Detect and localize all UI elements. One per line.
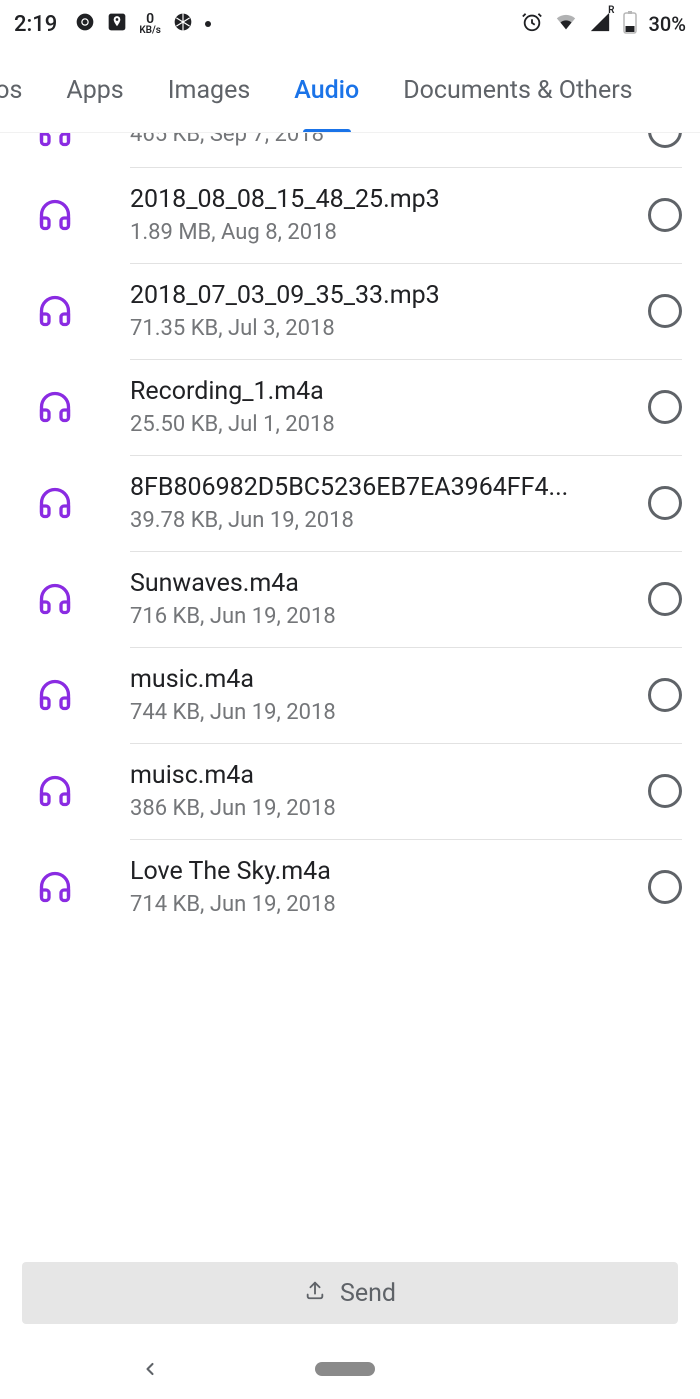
status-right: R 30% [521,10,686,39]
status-bar: 2:19 0 KB/s R 30% [0,0,700,48]
list-item[interactable]: muisc.m4a 386 KB, Jun 19, 2018 [0,743,700,839]
file-name: Recording_1.m4a [130,377,634,406]
file-text: Recording_1.m4a 25.50 KB, Jul 1, 2018 [130,377,634,437]
file-meta: 714 KB, Jun 19, 2018 [130,892,634,917]
headphones-icon [30,389,80,425]
tab-images[interactable]: Images [146,48,273,132]
headphones-icon [30,293,80,329]
file-name: music.m4a [130,665,634,694]
headphones-icon [30,581,80,617]
status-time: 2:19 [14,12,57,37]
system-nav-bar [0,1339,700,1399]
select-radio[interactable] [648,390,682,424]
wifi-icon [555,11,577,38]
file-name: 8FB806982D5BC5236EB7EA3964FF4... [130,473,634,502]
file-text: Sunwaves.m4a 716 KB, Jun 19, 2018 [130,569,634,629]
file-text: muisc.m4a 386 KB, Jun 19, 2018 [130,761,634,821]
headphones-icon [30,773,80,809]
headphones-icon [30,133,80,149]
send-label: Send [340,1279,396,1308]
tab-audio[interactable]: Audio [272,48,381,132]
file-text: music.m4a 744 KB, Jun 19, 2018 [130,665,634,725]
battery-icon [623,10,637,39]
cellular-signal-icon: R [589,11,611,38]
file-text: 8FB806982D5BC5236EB7EA3964FF4... 39.78 K… [130,473,634,533]
file-name: 2018_07_03_09_35_33.mp3 [130,281,634,310]
headphones-icon [30,869,80,905]
location-icon [107,12,127,37]
file-name: Love The Sky.m4a [130,857,634,886]
tab-label: Documents & Others [403,76,632,105]
headphones-icon [30,677,80,713]
select-radio[interactable] [648,133,682,148]
battery-percentage: 30% [649,12,686,36]
aperture-icon [173,12,193,37]
headphones-icon [30,197,80,233]
home-pill[interactable] [315,1362,375,1376]
select-radio[interactable] [648,678,682,712]
file-meta: 39.78 KB, Jun 19, 2018 [130,508,634,533]
list-item[interactable]: Sunwaves.m4a 716 KB, Jun 19, 2018 [0,551,700,647]
list-item[interactable]: Love The Sky.m4a 714 KB, Jun 19, 2018 [0,839,700,935]
select-radio[interactable] [648,774,682,808]
tab-documents-others[interactable]: Documents & Others [381,48,654,132]
tab-label: eos [0,76,22,105]
file-meta: 465 KB, Sep 7, 2018 [130,133,634,147]
list-item[interactable]: 2018_07_03_09_35_33.mp3 71.35 KB, Jul 3,… [0,263,700,359]
chrome-icon [75,12,95,37]
audio-file-list[interactable]: 465 KB, Sep 7, 2018 2018_08_08_15_48_25.… [0,133,700,1259]
list-item[interactable]: 2018_08_08_15_48_25.mp3 1.89 MB, Aug 8, … [0,167,700,263]
select-radio[interactable] [648,582,682,616]
file-text: Love The Sky.m4a 714 KB, Jun 19, 2018 [130,857,634,917]
select-radio[interactable] [648,486,682,520]
select-radio[interactable] [648,198,682,232]
tab-eos[interactable]: eos [0,48,44,132]
back-button[interactable] [140,1353,160,1386]
send-button[interactable]: Send [22,1262,678,1324]
file-meta: 1.89 MB, Aug 8, 2018 [130,220,634,245]
list-item[interactable]: Recording_1.m4a 25.50 KB, Jul 1, 2018 [0,359,700,455]
tab-apps[interactable]: Apps [44,48,145,132]
file-name: Sunwaves.m4a [130,569,634,598]
file-meta: 716 KB, Jun 19, 2018 [130,604,634,629]
category-tabs: eos Apps Images Audio Documents & Others [0,48,700,133]
file-text: 2018_08_08_15_48_25.mp3 1.89 MB, Aug 8, … [130,185,634,245]
list-item[interactable]: music.m4a 744 KB, Jun 19, 2018 [0,647,700,743]
file-meta: 744 KB, Jun 19, 2018 [130,700,634,725]
select-radio[interactable] [648,294,682,328]
select-radio[interactable] [648,870,682,904]
file-meta: 386 KB, Jun 19, 2018 [130,796,634,821]
file-text: 465 KB, Sep 7, 2018 [130,133,634,147]
upload-icon [304,1279,326,1308]
list-item[interactable]: 8FB806982D5BC5236EB7EA3964FF4... 39.78 K… [0,455,700,551]
list-item[interactable]: 465 KB, Sep 7, 2018 [0,133,700,167]
tab-label: Images [168,76,251,105]
status-left: 2:19 0 KB/s [14,12,211,37]
alarm-icon [521,11,543,38]
file-name: 2018_08_08_15_48_25.mp3 [130,185,634,214]
file-meta: 71.35 KB, Jul 3, 2018 [130,316,634,341]
file-name: muisc.m4a [130,761,634,790]
file-text: 2018_07_03_09_35_33.mp3 71.35 KB, Jul 3,… [130,281,634,341]
data-speed-indicator: 0 KB/s [139,12,161,36]
headphones-icon [30,485,80,521]
more-dot-icon [205,21,211,27]
tab-label: Apps [66,76,123,105]
file-meta: 25.50 KB, Jul 1, 2018 [130,412,634,437]
tab-label: Audio [294,76,359,105]
